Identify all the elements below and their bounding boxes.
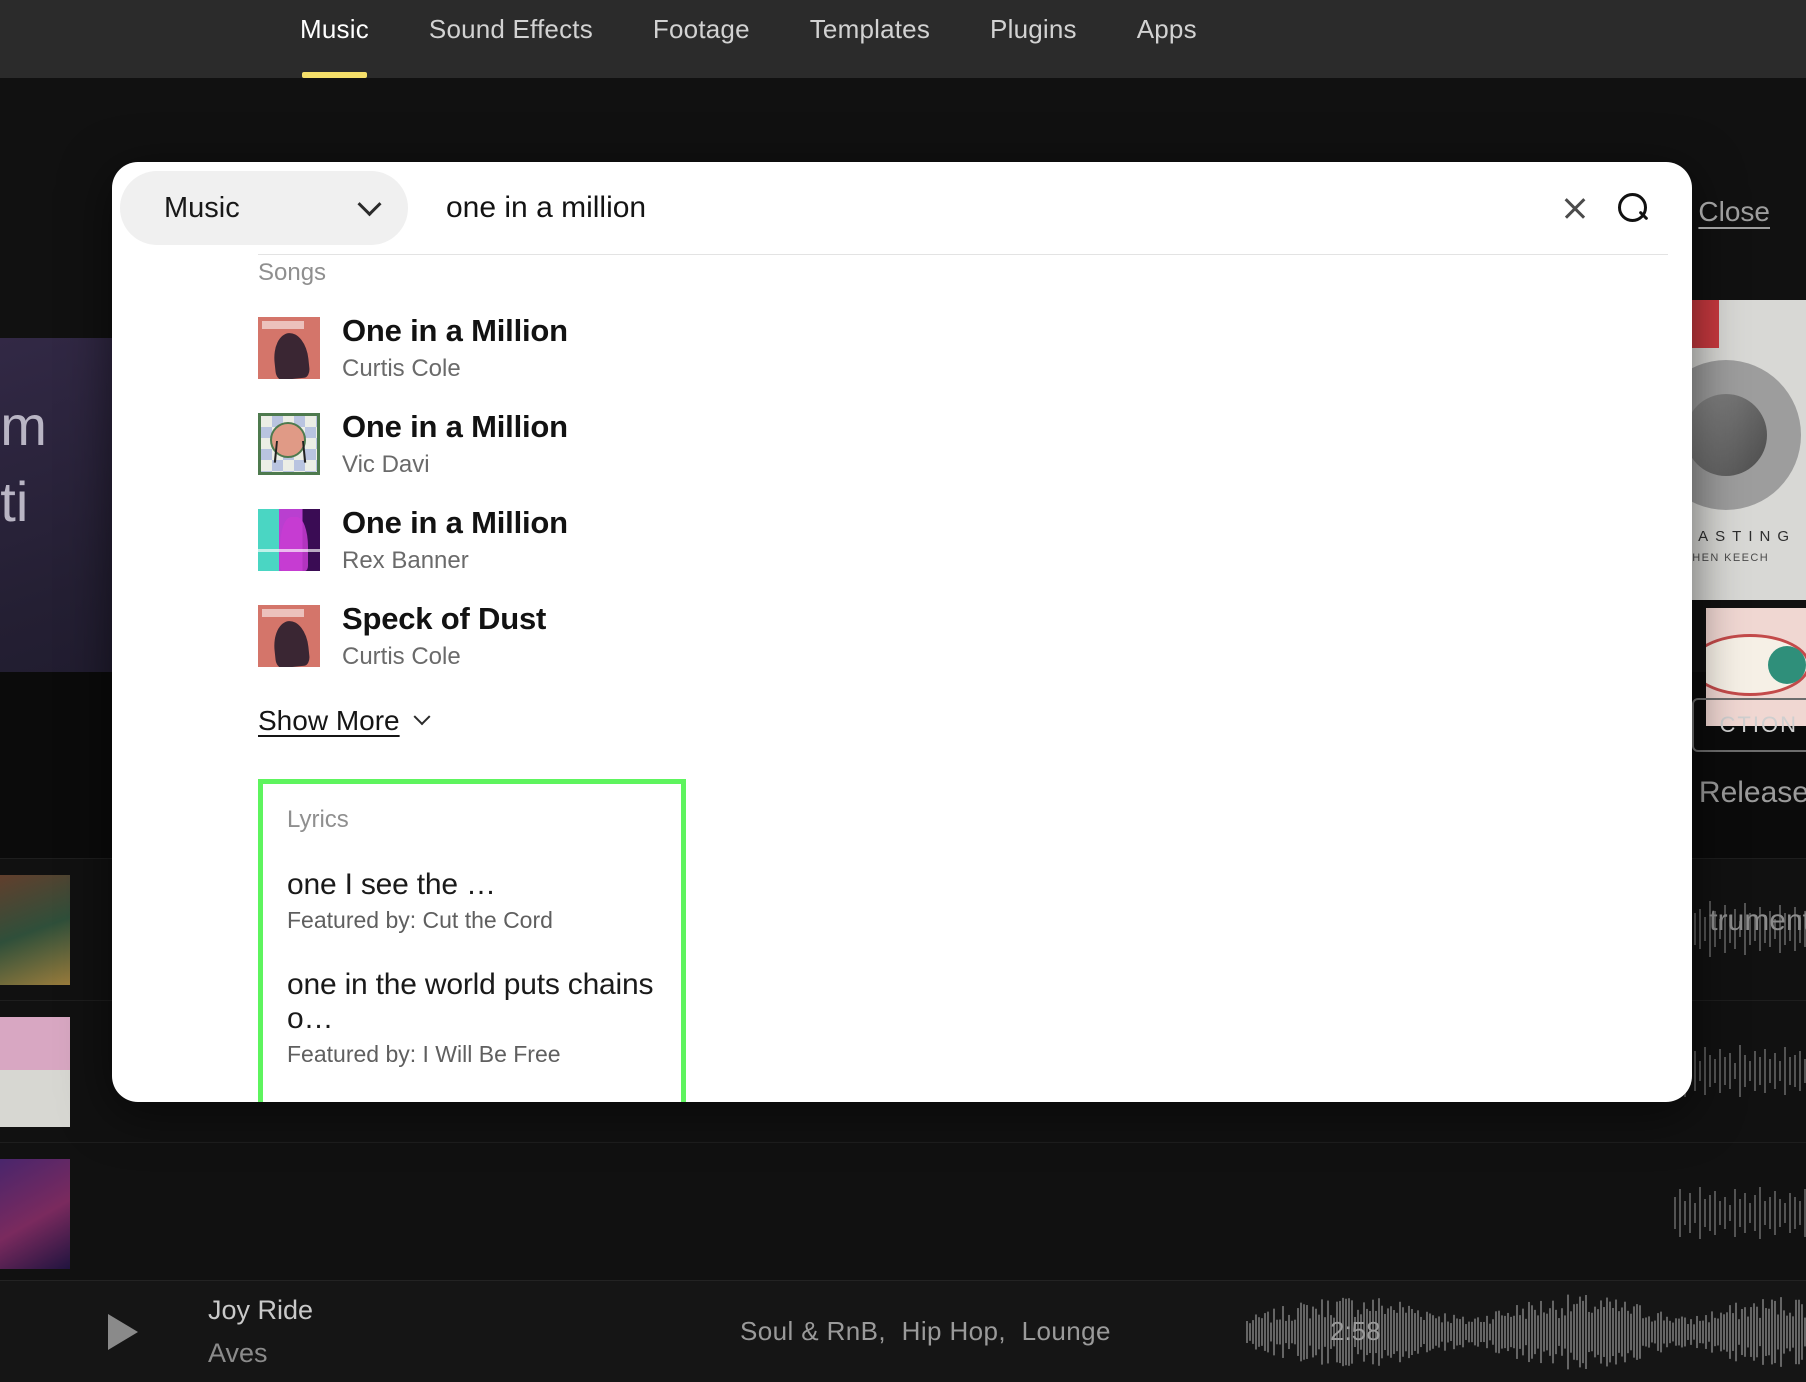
nav-tab-footage[interactable]: Footage	[653, 0, 750, 45]
collection-button[interactable]: CTION	[1691, 698, 1806, 752]
song-result-row[interactable]: One in a Million Vic Davi	[258, 409, 1692, 479]
player-track-artist: Aves	[208, 1337, 268, 1368]
play-icon[interactable]	[108, 1313, 138, 1350]
song-artist: Vic Davi	[342, 451, 430, 478]
hero-line-2: t acti	[0, 469, 29, 533]
lyric-line: one I see the …	[287, 868, 496, 901]
song-result-row[interactable]: One in a Million Rex Banner	[258, 505, 1692, 575]
lyric-featured-by: Featured by: I Will Be Free	[287, 1041, 561, 1067]
chevron-down-icon	[413, 708, 431, 726]
search-icon[interactable]	[1618, 193, 1648, 223]
waveform	[1674, 901, 1806, 957]
songs-show-more-label: Show More	[258, 705, 400, 736]
lyric-result-row[interactable]: one I see the … Featured by: Cut the Cor…	[287, 868, 681, 934]
songs-section-label: Songs	[258, 259, 327, 286]
album-art	[258, 317, 320, 379]
track-thumbnail	[0, 875, 70, 985]
results-body: Songs One in a Million Curtis Cole One i…	[112, 259, 1692, 1102]
search-modal: Music one in a million Songs One in a Mi…	[112, 162, 1692, 1102]
songs-show-more-button[interactable]: Show More	[258, 705, 431, 737]
nav-tab-plugins[interactable]: Plugins	[990, 0, 1077, 45]
search-bar: Music one in a million	[112, 162, 1692, 254]
song-title: One in a Million	[342, 505, 568, 540]
player-waveform[interactable]	[1246, 1293, 1806, 1371]
nav-tab-sound-effects[interactable]: Sound Effects	[429, 0, 593, 45]
nav-tab-templates[interactable]: Templates	[810, 0, 930, 45]
background-track-row[interactable]	[0, 1142, 1806, 1284]
lyric-line: one in the world puts chains o…	[287, 968, 654, 1035]
song-title: One in a Million	[342, 313, 568, 348]
app-root: ecom t acti Come Togeth VERLASTING STEPH…	[0, 0, 1806, 1382]
player-tags: Soul & RnB, Hip Hop, Lounge	[740, 1316, 1119, 1347]
song-artist: Rex Banner	[342, 547, 469, 574]
search-input[interactable]: one in a million	[446, 191, 1562, 225]
search-bar-icons	[1562, 193, 1648, 223]
close-button[interactable]: Close	[1698, 196, 1770, 228]
player-track-title: Joy Ride	[208, 1294, 314, 1325]
player-track-meta: Joy Ride Aves	[208, 1295, 313, 1369]
top-navigation: Music Sound Effects Footage Templates Pl…	[0, 0, 1806, 78]
song-result-row[interactable]: One in a Million Curtis Cole	[258, 313, 1692, 383]
player-tag[interactable]: Soul & RnB,	[740, 1316, 886, 1346]
album-art	[258, 509, 320, 571]
song-title: One in a Million	[342, 409, 568, 444]
album-art	[258, 605, 320, 667]
nav-tab-apps[interactable]: Apps	[1137, 0, 1197, 45]
player-bar: Joy Ride Aves Soul & RnB, Hip Hop, Loung…	[0, 1280, 1806, 1382]
iris-shape	[1768, 646, 1806, 684]
category-label: Music	[164, 191, 240, 224]
waveform	[1674, 1187, 1806, 1239]
player-tag[interactable]: Lounge	[1022, 1316, 1111, 1346]
close-icon[interactable]	[1562, 195, 1588, 221]
player-tag[interactable]: Hip Hop,	[902, 1316, 1006, 1346]
waveform	[1674, 1045, 1806, 1097]
album-art	[258, 413, 320, 475]
song-artist: Curtis Cole	[342, 643, 461, 670]
track-thumbnail	[0, 1159, 70, 1269]
song-result-row[interactable]: Speck of Dust Curtis Cole	[258, 601, 1692, 671]
lyric-result-row[interactable]: one in the world puts chains o… Featured…	[287, 968, 681, 1068]
song-artist: Curtis Cole	[342, 355, 461, 382]
search-divider	[258, 254, 1668, 255]
lyrics-section-label: Lyrics	[287, 806, 349, 833]
releases-label: Releases	[1698, 776, 1806, 809]
chevron-down-icon	[357, 191, 382, 216]
track-thumbnail	[0, 1017, 70, 1127]
hero-line-1: ecom	[0, 394, 47, 457]
nav-tab-music[interactable]: Music	[300, 0, 369, 78]
hero-text: ecom t acti	[0, 388, 47, 539]
lyric-featured-by: Featured by: Cut the Cord	[287, 907, 553, 933]
song-title: Speck of Dust	[342, 601, 547, 636]
lyrics-section: Lyrics one I see the … Featured by: Cut …	[258, 779, 686, 1102]
category-dropdown[interactable]: Music	[120, 171, 408, 245]
